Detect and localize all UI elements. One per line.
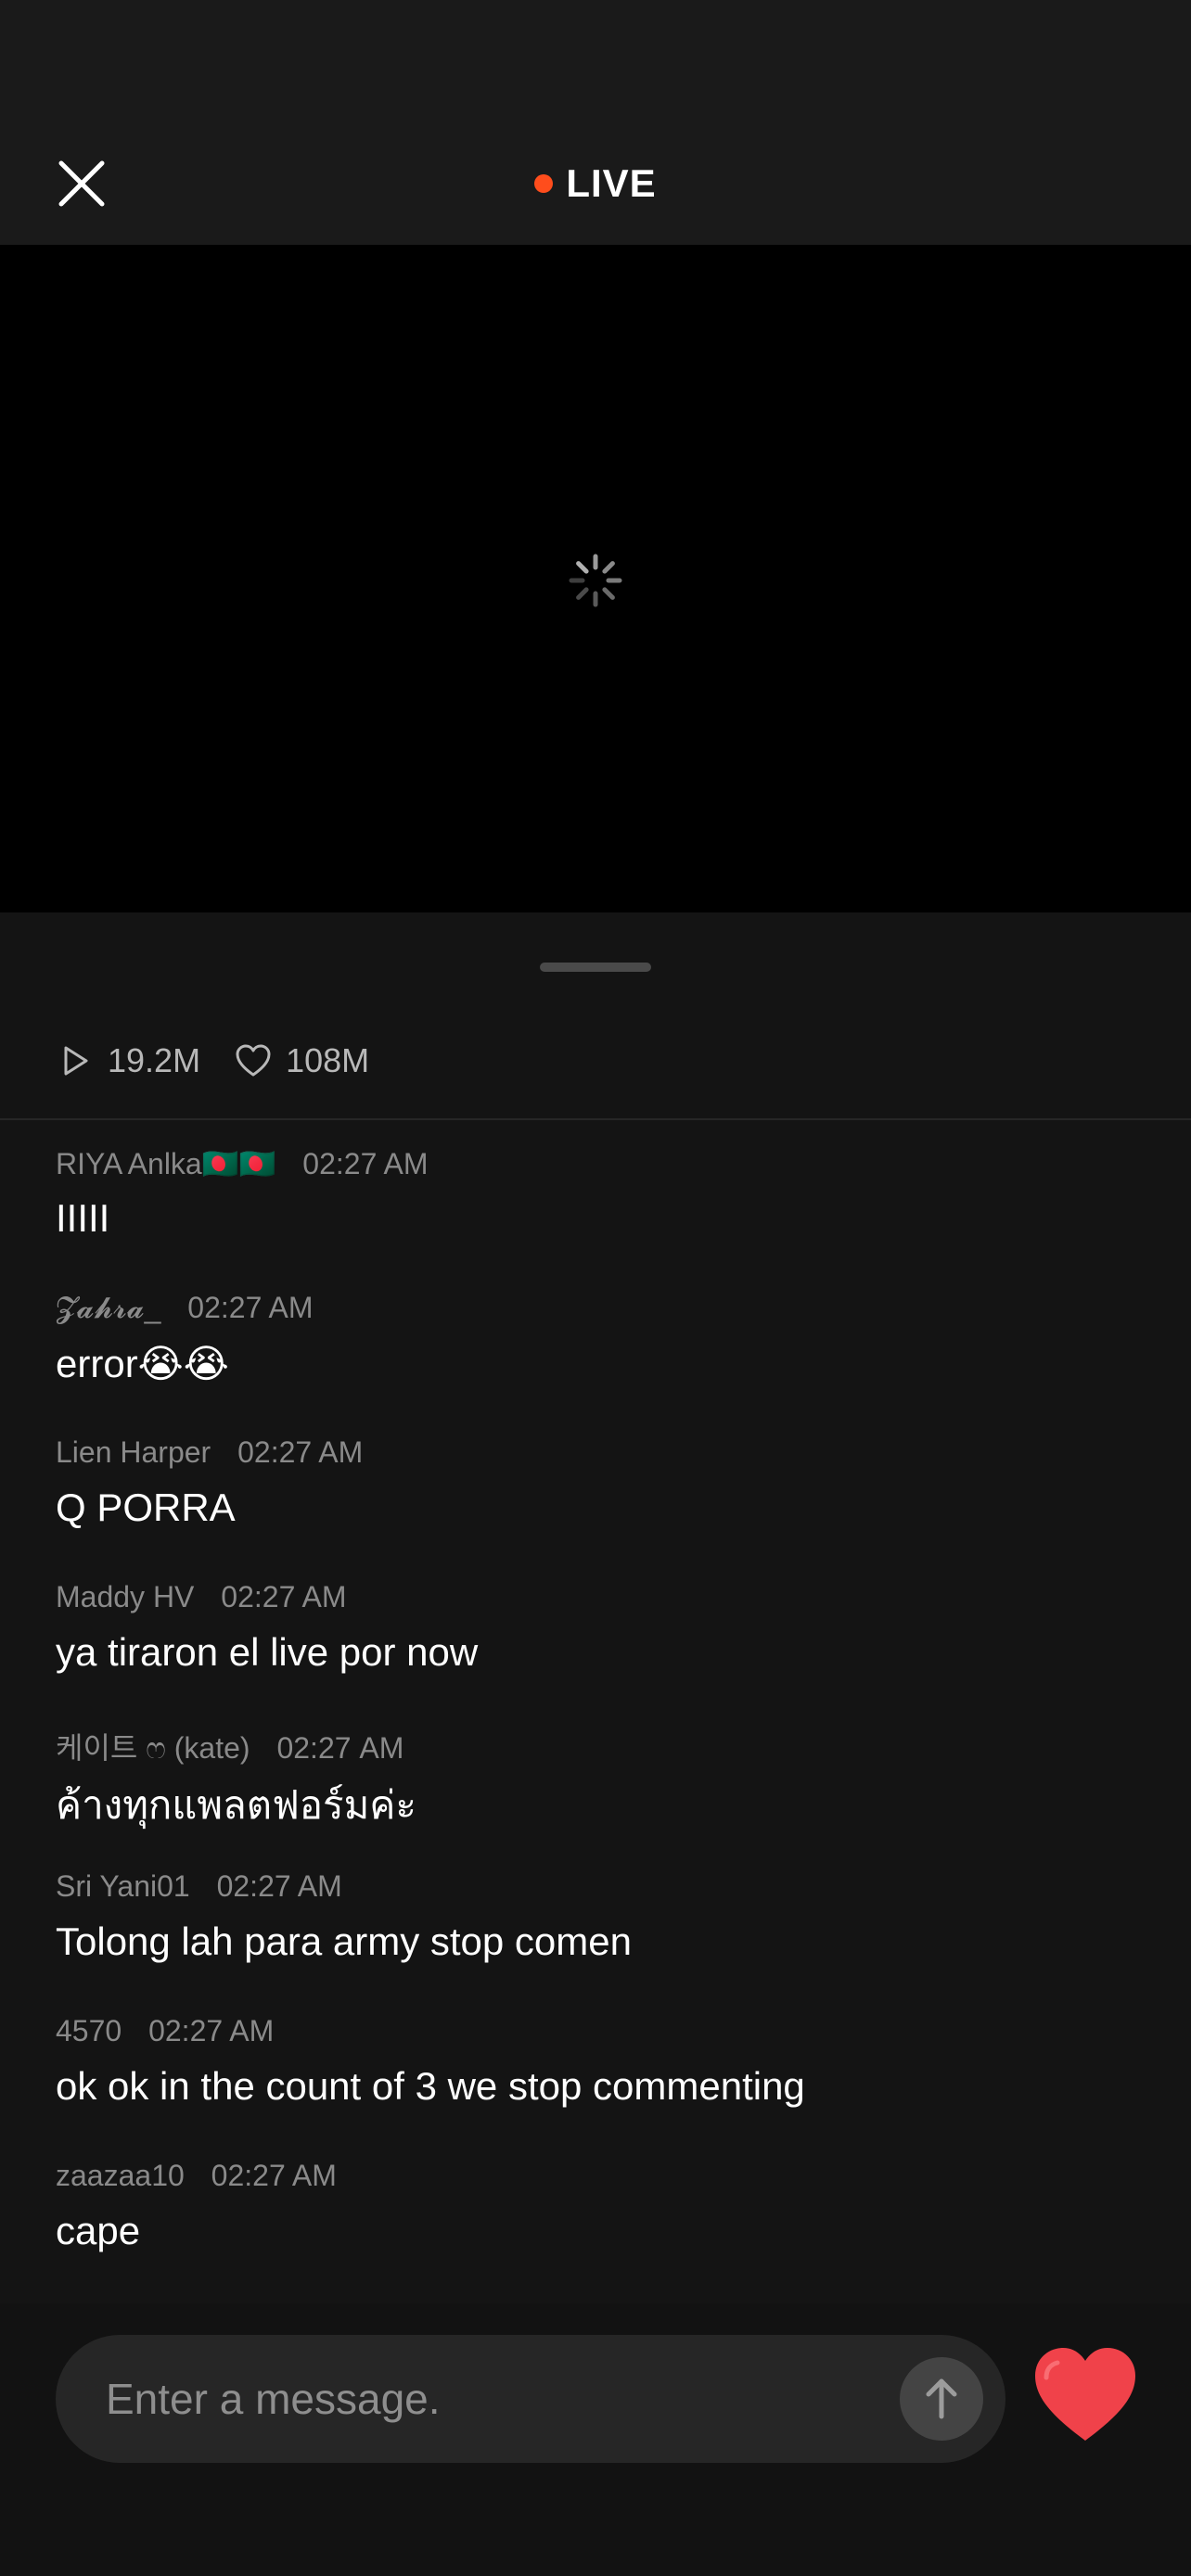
chat-meta: Lien Harper 02:27 AM — [56, 1435, 363, 1470]
chat-message: Lien Harper 02:27 AM Q PORRA — [56, 1428, 1150, 1573]
chat-panel: 19.2M 108M RIYA Anlka🇧🇩🇧🇩 02:27 AM IIIII… — [0, 912, 1191, 2303]
chat-message: zaazaa10 02:27 AM cape — [56, 2151, 1150, 2296]
chat-message: Sri Yani01 02:27 AM Tolong lah para army… — [56, 1862, 1150, 2007]
chat-meta: 케이트 ෆ (kate) 02:27 AM — [56, 1725, 403, 1767]
chat-meta: RIYA Anlka🇧🇩🇧🇩 02:27 AM — [56, 1146, 429, 1181]
chat-message: RIYA Anlka🇧🇩🇧🇩 02:27 AM IIIII — [56, 1139, 1150, 1283]
chat-username[interactable]: Sri Yani01 — [56, 1869, 190, 1903]
like-button[interactable] — [1030, 2340, 1141, 2452]
chat-timestamp: 02:27 AM — [187, 1291, 314, 1324]
chat-message: Maddy HV 02:27 AM ya tiraron el live por… — [56, 1573, 1150, 1717]
chat-timestamp: 02:27 AM — [276, 1731, 404, 1765]
chat-timestamp: 02:27 AM — [211, 2159, 337, 2192]
composer-bar — [0, 2303, 1191, 2576]
play-count-value: 19.2M — [108, 1041, 201, 1079]
chat-username[interactable]: 𝓩𝓪𝓱𝓻𝓪_ — [56, 1291, 160, 1324]
chat-username[interactable]: 4570 — [56, 2014, 122, 2047]
chat-username[interactable]: 케이트 ෆ (kate) — [56, 1731, 250, 1765]
chat-message: 𝓩𝓪𝓱𝓻𝓪_ 02:27 AM error😭😭 — [56, 1283, 1150, 1428]
live-indicator: LIVE — [0, 156, 1191, 211]
chat-text: IIIII — [56, 1196, 110, 1240]
play-icon — [64, 1046, 88, 1076]
message-input[interactable] — [106, 2335, 922, 2463]
chat-timestamp: 02:27 AM — [148, 2014, 275, 2047]
stats-row: 19.2M 108M — [56, 1033, 403, 1089]
heart-filled-icon — [1035, 2348, 1135, 2441]
chat-meta: Sri Yani01 02:27 AM — [56, 1869, 342, 1904]
video-player[interactable] — [0, 245, 1191, 912]
arrow-up-icon — [926, 2378, 957, 2419]
chat-meta: 4570 02:27 AM — [56, 2014, 274, 2048]
chat-meta: Maddy HV 02:27 AM — [56, 1580, 346, 1614]
chat-timestamp: 02:27 AM — [237, 1435, 364, 1469]
chat-meta: zaazaa10 02:27 AM — [56, 2159, 337, 2193]
like-count-value: 108M — [286, 1041, 370, 1079]
chat-text: Q PORRA — [56, 1486, 236, 1529]
drag-handle[interactable] — [540, 963, 651, 972]
like-count: 108M — [234, 1041, 369, 1080]
chat-username[interactable]: Lien Harper — [56, 1435, 211, 1469]
live-label: LIVE — [566, 161, 657, 205]
live-header: LIVE — [0, 0, 1191, 245]
chat-message: 케이트 ෆ (kate) 02:27 AM ค้างทุกแพลตฟอร์มค่… — [56, 1717, 1150, 1862]
chat-timestamp: 02:27 AM — [302, 1147, 429, 1180]
chat-username[interactable]: zaazaa10 — [56, 2159, 185, 2192]
chat-text: ค้างทุกแพลตฟอร์มค่ะ — [56, 1783, 416, 1827]
chat-list[interactable]: RIYA Anlka🇧🇩🇧🇩 02:27 AM IIIII 𝓩𝓪𝓱𝓻𝓪_ 02:… — [56, 1139, 1150, 2296]
loading-spinner-icon — [566, 551, 625, 610]
send-button[interactable] — [900, 2357, 983, 2441]
chat-timestamp: 02:27 AM — [216, 1869, 342, 1903]
chat-username[interactable]: Maddy HV — [56, 1580, 194, 1613]
chat-timestamp: 02:27 AM — [221, 1580, 347, 1613]
chat-text: error😭😭 — [56, 1342, 229, 1385]
live-dot — [534, 174, 554, 193]
chat-text: ok ok in the count of 3 we stop commenti… — [56, 2064, 805, 2108]
chat-text: Tolong lah para army stop comen — [56, 1919, 632, 1963]
heart-outline-icon — [236, 1044, 271, 1077]
chat-text: ya tiraron el live por now — [56, 1630, 479, 1674]
message-field[interactable] — [56, 2335, 1005, 2463]
chat-meta: 𝓩𝓪𝓱𝓻𝓪_ 02:27 AM — [56, 1291, 313, 1326]
chat-text: cape — [56, 2209, 141, 2252]
divider — [0, 1118, 1191, 1120]
chat-message: 4570 02:27 AM ok ok in the count of 3 we… — [56, 2007, 1150, 2151]
chat-username[interactable]: RIYA Anlka🇧🇩🇧🇩 — [56, 1147, 275, 1180]
play-count: 19.2M — [56, 1041, 200, 1080]
